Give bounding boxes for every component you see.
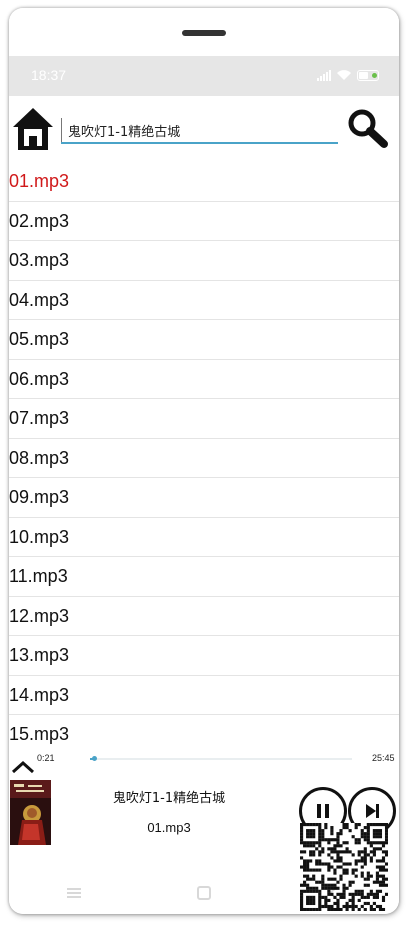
search-input[interactable] (61, 118, 338, 142)
chevron-up-icon[interactable] (11, 760, 35, 774)
list-item[interactable]: 10.mp3 (9, 518, 399, 557)
home-square-icon[interactable] (196, 886, 212, 900)
total-time: 25:45 (372, 753, 395, 763)
wifi-icon (337, 70, 351, 80)
progress-slider[interactable] (90, 756, 352, 761)
list-item[interactable]: 12.mp3 (9, 597, 399, 636)
list-item[interactable]: 06.mp3 (9, 360, 399, 399)
list-item[interactable]: 11.mp3 (9, 557, 399, 597)
status-bar: 18:37 (9, 56, 399, 96)
list-item[interactable]: 03.mp3 (9, 241, 399, 281)
list-item[interactable]: 14.mp3 (9, 676, 399, 715)
status-icons (317, 69, 379, 81)
speaker-slot (182, 30, 226, 36)
playlist: 01.mp3 02.mp3 03.mp3 04.mp3 05.mp3 06.mp… (9, 162, 399, 755)
toolbar (9, 96, 399, 158)
list-item[interactable]: 13.mp3 (9, 636, 399, 676)
search-field[interactable] (61, 118, 338, 144)
list-item[interactable]: 07.mp3 (9, 399, 399, 439)
top-bezel (9, 8, 399, 56)
track-name: 01.mp3 (147, 820, 191, 835)
home-icon[interactable] (11, 106, 55, 152)
list-item[interactable]: 02.mp3 (9, 202, 399, 241)
phone-frame: 18:37 01.mp3 02.mp3 03.mp3 0 (9, 8, 399, 914)
battery-icon (357, 69, 379, 81)
status-time: 18:37 (31, 67, 67, 83)
back-icon[interactable] (326, 886, 342, 900)
system-nav-bar (9, 872, 399, 914)
pause-icon (317, 804, 329, 818)
list-item[interactable]: 09.mp3 (9, 478, 399, 518)
list-item[interactable]: 04.mp3 (9, 281, 399, 320)
skip-next-icon (366, 804, 379, 818)
current-time: 0:21 (37, 753, 55, 763)
progress-thumb[interactable] (91, 756, 97, 761)
signal-icon (317, 69, 331, 81)
album-title: 鬼吹灯1-1精绝古城 (112, 791, 226, 806)
menu-icon[interactable] (66, 886, 82, 900)
list-item[interactable]: 08.mp3 (9, 439, 399, 478)
list-item[interactable]: 01.mp3 (9, 162, 399, 202)
list-item[interactable]: 05.mp3 (9, 320, 399, 360)
album-cover[interactable] (10, 780, 51, 845)
search-icon[interactable] (345, 106, 389, 150)
